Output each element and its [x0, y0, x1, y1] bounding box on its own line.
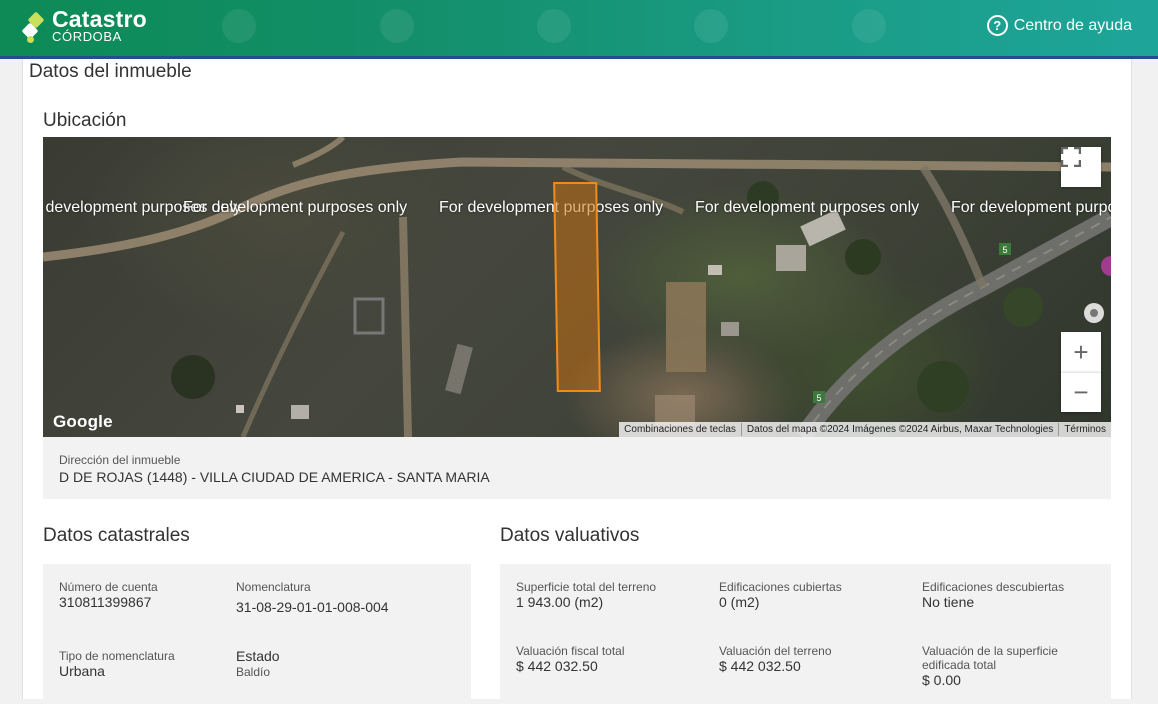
uncovered-buildings-value: No tiene	[922, 594, 975, 610]
status-label: Estado	[236, 648, 280, 664]
account-number-value: 310811399867	[59, 594, 152, 610]
built-valuation-value: $ 0.00	[922, 672, 961, 688]
fiscal-valuation-value: $ 442 032.50	[516, 658, 598, 674]
brand-title: Catastro	[52, 6, 147, 32]
property-card: Datos del inmueble Ubicación 5 5 develop…	[22, 59, 1132, 704]
catastrales-panel: Número de cuenta 310811399867 Nomenclatu…	[43, 564, 471, 704]
fullscreen-icon	[1061, 147, 1081, 167]
dev-watermark: For development purposes only	[695, 199, 920, 216]
uncovered-buildings-field: Edificaciones descubiertas No tiene	[922, 580, 1064, 611]
svg-text:5: 5	[816, 393, 821, 403]
uncovered-buildings-label: Edificaciones descubiertas	[922, 580, 1065, 594]
help-center-label: Centro de ayuda	[1013, 16, 1132, 34]
land-valuation-field: Valuación del terreno $ 442 032.50	[719, 644, 832, 675]
nomenclature-type-value: Urbana	[59, 663, 105, 679]
fiscal-valuation-field: Valuación fiscal total $ 442 032.50	[516, 644, 625, 675]
logo-icon	[21, 11, 48, 43]
status-value: Baldío	[236, 665, 271, 679]
address-label: Dirección del inmueble	[59, 453, 181, 467]
built-valuation-label: Valuación de la superficie edificada tot…	[922, 644, 1058, 672]
covered-buildings-value: 0 (m2)	[719, 594, 760, 610]
nomenclature-value: 31-08-29-01-01-008-004	[236, 599, 389, 615]
header-decoration	[222, 9, 256, 43]
land-valuation-value: $ 442 032.50	[719, 658, 801, 674]
fiscal-valuation-label: Valuación fiscal total	[516, 644, 625, 658]
account-number-field: Número de cuenta 310811399867	[59, 580, 158, 611]
satellite-map[interactable]: 5 5 For development purposes only For de…	[43, 137, 1111, 437]
status-field: Estado Baldío	[236, 648, 280, 679]
help-center-link[interactable]: ? Centro de ayuda	[986, 15, 1132, 36]
land-area-value: 1 943.00 (m2)	[516, 594, 604, 610]
dev-watermark: For development purposes only	[951, 199, 1111, 216]
parcel-outline[interactable]	[553, 182, 601, 392]
page-title: Datos del inmueble	[29, 61, 192, 82]
google-logo[interactable]: Google	[53, 412, 113, 432]
nomenclature-field: Nomenclatura 31-08-29-01-01-008-004	[236, 580, 389, 616]
header-decoration	[537, 9, 571, 43]
catastro-logo[interactable]: Catastro CÓRDOBA	[21, 6, 147, 44]
built-valuation-field: Valuación de la superficie edificada tot…	[922, 644, 1092, 689]
nomenclature-type-label: Tipo de nomenclatura	[59, 649, 175, 663]
header-decoration	[852, 9, 886, 43]
section-title-catastrales: Datos catastrales	[43, 525, 190, 546]
header-decoration	[380, 9, 414, 43]
zoom-out-button[interactable]: −	[1061, 372, 1101, 412]
header-decoration	[694, 9, 728, 43]
zoom-in-button[interactable]: +	[1061, 332, 1101, 372]
covered-buildings-label: Edificaciones cubiertas	[719, 580, 842, 594]
keyboard-shortcuts-link[interactable]: Combinaciones de teclas	[619, 423, 741, 436]
address-panel: Dirección del inmueble D DE ROJAS (1448)…	[43, 437, 1111, 499]
dev-watermark: For development purposes only	[183, 199, 408, 216]
nomenclature-label: Nomenclatura	[236, 580, 311, 594]
section-title-valuativos: Datos valuativos	[500, 525, 640, 546]
address-value: D DE ROJAS (1448) - VILLA CIUDAD DE AMER…	[59, 469, 490, 485]
account-number-label: Número de cuenta	[59, 580, 158, 594]
dev-watermark: For development purposes only	[439, 199, 664, 216]
nomenclature-type-field: Tipo de nomenclatura Urbana	[59, 649, 175, 680]
fullscreen-button[interactable]	[1061, 147, 1101, 187]
land-area-field: Superficie total del terreno 1 943.00 (m…	[516, 580, 656, 611]
land-valuation-label: Valuación del terreno	[719, 644, 832, 658]
map-attribution: Combinaciones de teclas Datos del mapa ©…	[619, 422, 1111, 437]
map-data-attribution: Datos del mapa ©2024 Imágenes ©2024 Airb…	[740, 423, 1058, 436]
valuativos-panel: Superficie total del terreno 1 943.00 (m…	[500, 564, 1111, 704]
brand-subtitle: CÓRDOBA	[52, 29, 122, 44]
question-circle-icon: ?	[986, 15, 1008, 36]
land-area-label: Superficie total del terreno	[516, 580, 657, 594]
terms-link[interactable]: Términos	[1058, 423, 1111, 436]
svg-text:5: 5	[1002, 245, 1007, 255]
app-header: Catastro CÓRDOBA ? Centro de ayuda	[0, 0, 1158, 56]
section-title-ubicacion: Ubicación	[43, 110, 127, 131]
covered-buildings-field: Edificaciones cubiertas 0 (m2)	[719, 580, 842, 611]
